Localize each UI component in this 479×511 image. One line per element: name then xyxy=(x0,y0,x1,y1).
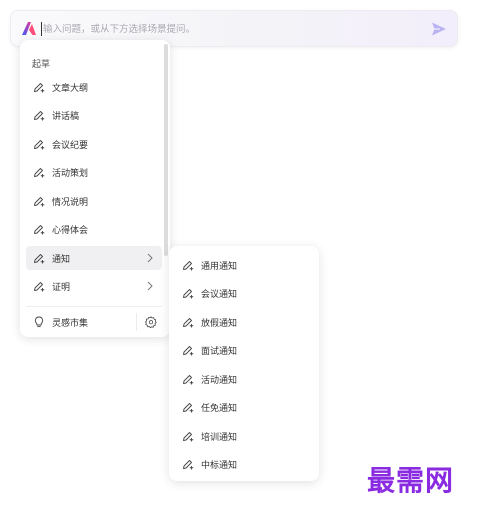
submenu-item-label: 放假通知 xyxy=(201,318,238,329)
submenu-item-label: 活动通知 xyxy=(201,375,238,386)
chevron-right-icon xyxy=(147,253,153,263)
menu-item-label: 心得体会 xyxy=(52,225,89,236)
menu-item-speech[interactable]: 讲话稿 xyxy=(26,103,162,127)
menu-item-situation[interactable]: 情况说明 xyxy=(26,189,162,213)
menu-item-label: 活动策划 xyxy=(52,168,89,179)
chevron-right-icon xyxy=(147,281,153,291)
menu-item-label: 通知 xyxy=(52,254,71,265)
pen-sparkle-icon xyxy=(183,346,194,356)
pen-sparkle-icon xyxy=(34,282,45,292)
pen-sparkle-icon xyxy=(183,318,194,328)
app-logo-icon xyxy=(22,22,36,35)
submenu-item-meeting-notice[interactable]: 会议通知 xyxy=(175,281,311,305)
submenu-item-label: 面试通知 xyxy=(201,346,238,357)
submenu-item-holiday-notice[interactable]: 放假通知 xyxy=(175,310,311,334)
notice-submenu: 通用通知 会议通知 放假通知 面试通知 活动通知 任免通知 培训通知 中标通知 xyxy=(169,246,319,481)
menu-item-notice[interactable]: 通知 xyxy=(26,246,162,270)
search-input[interactable] xyxy=(43,19,413,39)
pen-sparkle-icon xyxy=(183,432,194,442)
menu-item-label: 证明 xyxy=(52,282,71,293)
pen-sparkle-icon xyxy=(34,83,45,93)
menu-item-outline[interactable]: 文章大纲 xyxy=(26,75,162,99)
submenu-item-label: 通用通知 xyxy=(201,261,238,272)
pen-sparkle-icon xyxy=(183,403,194,413)
lightbulb-icon xyxy=(34,316,44,328)
gear-icon[interactable] xyxy=(145,316,157,328)
section-title: 起草 xyxy=(32,60,51,70)
submenu-item-label: 培训通知 xyxy=(201,432,238,443)
vertical-divider xyxy=(136,313,137,331)
pen-sparkle-icon xyxy=(34,140,45,150)
scenario-menu: 起草 文章大纲 讲话稿 会议纪要 活动策划 情况说明 心得体会 通知 证明 灵感… xyxy=(20,40,170,337)
menu-item-label: 会议纪要 xyxy=(52,140,89,151)
pen-sparkle-icon xyxy=(183,289,194,299)
menu-item-minutes[interactable]: 会议纪要 xyxy=(26,132,162,156)
scrollbar[interactable] xyxy=(164,44,168,256)
pen-sparkle-icon xyxy=(34,197,45,207)
pen-sparkle-icon xyxy=(34,254,45,264)
menu-item-reflection[interactable]: 心得体会 xyxy=(26,217,162,241)
submenu-item-appointment-notice[interactable]: 任免通知 xyxy=(175,395,311,419)
menu-item-certificate[interactable]: 证明 xyxy=(26,274,162,298)
submenu-item-label: 任免通知 xyxy=(201,403,238,414)
watermark-text: 最需网 xyxy=(367,464,455,497)
submenu-item-label: 中标通知 xyxy=(201,460,238,471)
pen-sparkle-icon xyxy=(183,261,194,271)
menu-item-label: 情况说明 xyxy=(52,197,89,208)
pen-sparkle-icon xyxy=(34,225,45,235)
submenu-item-event-notice[interactable]: 活动通知 xyxy=(175,367,311,391)
text-cursor xyxy=(41,22,42,36)
pen-sparkle-icon xyxy=(34,168,45,178)
submenu-item-bid-notice[interactable]: 中标通知 xyxy=(175,452,311,476)
submenu-item-general-notice[interactable]: 通用通知 xyxy=(175,253,311,277)
inspiration-market-button[interactable]: 灵感市集 xyxy=(26,311,126,333)
submenu-item-training-notice[interactable]: 培训通知 xyxy=(175,424,311,448)
menu-item-event-plan[interactable]: 活动策划 xyxy=(26,160,162,184)
submenu-item-label: 会议通知 xyxy=(201,289,238,300)
pen-sparkle-icon xyxy=(183,460,194,470)
submenu-item-interview-notice[interactable]: 面试通知 xyxy=(175,338,311,362)
inspiration-market-label: 灵感市集 xyxy=(52,318,89,329)
divider xyxy=(26,306,162,307)
menu-item-label: 讲话稿 xyxy=(52,111,80,122)
pen-sparkle-icon xyxy=(34,111,45,121)
send-icon[interactable] xyxy=(431,21,447,37)
menu-item-label: 文章大纲 xyxy=(52,83,89,94)
pen-sparkle-icon xyxy=(183,375,194,385)
